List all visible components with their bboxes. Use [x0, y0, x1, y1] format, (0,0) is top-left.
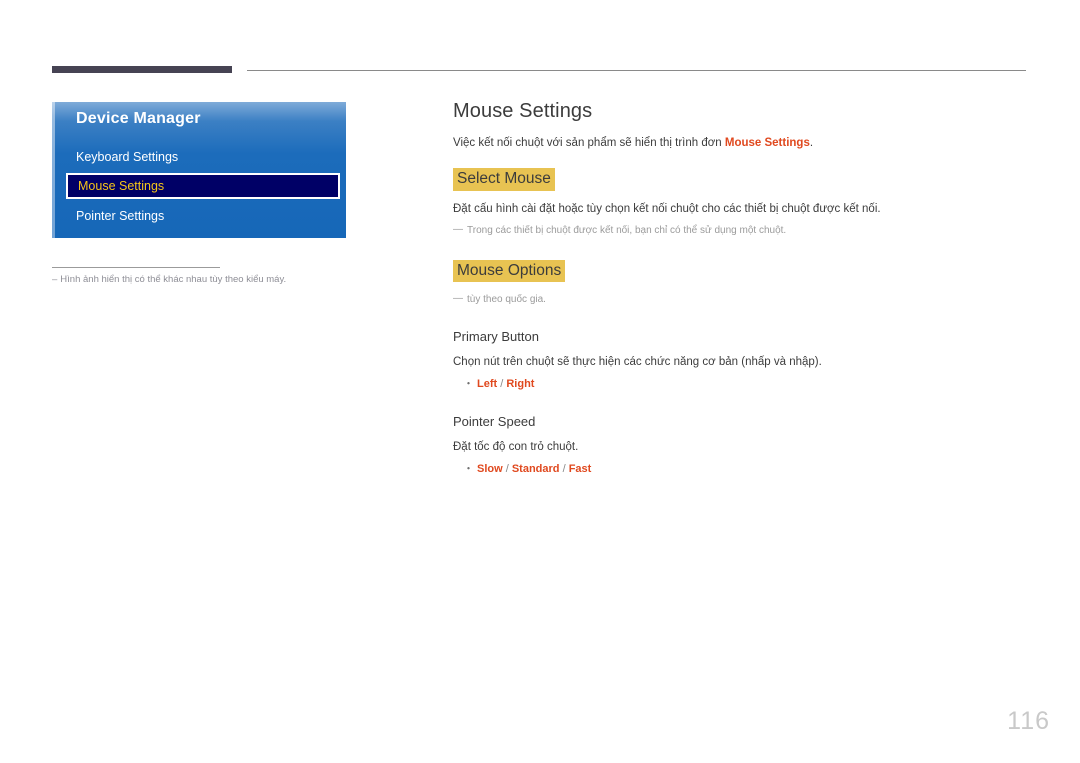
osd-caption-rule — [52, 267, 220, 268]
osd-menu-panel: Device Manager Keyboard Settings Mouse S… — [52, 102, 346, 238]
osd-illustration-column: Device Manager Keyboard Settings Mouse S… — [52, 102, 346, 285]
subsection-heading-primary-button: Primary Button — [453, 329, 539, 345]
option-value[interactable]: Standard — [512, 463, 560, 475]
section-heading-mouse-options: Mouse Options — [453, 259, 566, 283]
intro-text-after: . — [809, 137, 814, 149]
section-note-select-mouse: ― Trong các thiết bị chuột được kết nối, … — [453, 223, 1028, 238]
subsection-pointer-speed: Pointer Speed Đặt tốc độ con trỏ chuột. … — [453, 414, 1028, 477]
intro-menu-reference: Mouse Settings — [724, 137, 810, 149]
option-separator: / — [502, 462, 512, 475]
note-dash-icon: ― — [453, 223, 463, 235]
header-accent-bar — [52, 66, 232, 73]
note-text: Trong các thiết bị chuột được kết nối, b… — [467, 224, 787, 236]
page-number: 116 — [1007, 707, 1050, 735]
option-separator: / — [559, 462, 569, 475]
osd-menu-item-label: Keyboard Settings — [76, 150, 179, 164]
subsection-heading-pointer-speed: Pointer Speed — [453, 414, 536, 430]
subsection-body-primary-button: Chọn nút trên chuột sẽ thực hiện các chứ… — [453, 356, 822, 369]
option-value[interactable]: Left — [477, 378, 497, 390]
osd-menu-item-label: Mouse Settings — [78, 179, 165, 193]
option-value[interactable]: Fast — [569, 463, 592, 475]
option-list-pointer-speed: ・ Slow / Standard / Fast — [453, 462, 1028, 478]
section-heading-select-mouse: Select Mouse — [453, 168, 555, 191]
section-mouse-options: Mouse Options ― tùy theo quốc gia. — [453, 259, 1028, 307]
intro-paragraph: Việc kết nối chuột với sản phẩm sẽ hiển … — [453, 135, 1028, 152]
osd-menu-item-pointer-settings[interactable]: Pointer Settings — [76, 209, 164, 223]
section-select-mouse: Select Mouse Đặt cấu hình cài đặt hoặc t… — [453, 168, 1028, 238]
page-header-rules — [0, 0, 1080, 90]
header-divider-line — [247, 70, 1026, 71]
section-note-mouse-options: ― tùy theo quốc gia. — [453, 292, 1028, 307]
note-dash-icon: ― — [453, 293, 463, 305]
section-body-select-mouse: Đặt cấu hình cài đặt hoặc tùy chọn kết n… — [453, 202, 881, 215]
option-value[interactable]: Right — [506, 378, 534, 390]
osd-menu-item-label: Pointer Settings — [76, 209, 165, 223]
caption-dash-icon: ‒ — [52, 274, 58, 285]
content-column: Mouse Settings Việc kết nối chuột với sả… — [453, 100, 1028, 478]
option-separator: / — [497, 377, 507, 390]
option-value[interactable]: Slow — [477, 463, 503, 475]
osd-menu-item-keyboard-settings[interactable]: Keyboard Settings — [76, 150, 178, 164]
bullet-icon: ・ — [463, 377, 474, 390]
osd-caption-text: Hình ảnh hiển thị có thể khác nhau tùy t… — [60, 274, 287, 285]
subsection-body-pointer-speed: Đặt tốc độ con trỏ chuột. — [453, 441, 579, 454]
note-text: tùy theo quốc gia. — [467, 294, 546, 306]
bullet-icon: ・ — [463, 462, 474, 475]
osd-caption: ‒ Hình ảnh hiển thị có thể khác nhau tùy … — [52, 274, 352, 285]
subsection-primary-button: Primary Button Chọn nút trên chuột sẽ th… — [453, 329, 1028, 392]
osd-panel-title: Device Manager — [76, 110, 201, 127]
osd-menu-item-mouse-settings[interactable]: Mouse Settings — [66, 173, 340, 199]
option-list-primary-button: ・ Left / Right — [453, 377, 1028, 393]
intro-text-before: Việc kết nối chuột với sản phẩm sẽ hiển … — [453, 137, 725, 149]
page-title: Mouse Settings — [453, 100, 593, 122]
